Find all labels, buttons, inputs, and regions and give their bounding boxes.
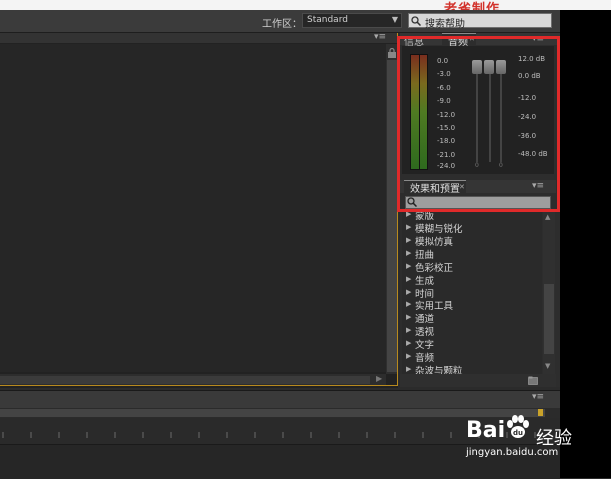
chevron-down-icon: ▼ <box>391 15 398 24</box>
composition-hscroll-thumb[interactable] <box>0 376 370 384</box>
timeline-end-marker[interactable] <box>538 409 543 416</box>
workspace-value: Standard <box>307 15 348 25</box>
panel-menu-icon[interactable]: ▾≡ <box>374 32 386 42</box>
composition-header <box>0 33 398 43</box>
triangle-right-icon: ▶ <box>406 326 412 334</box>
scroll-up-arrow-icon[interactable]: ▲ <box>545 213 550 221</box>
triangle-right-icon: ▶ <box>406 223 412 231</box>
triangle-right-icon: ▶ <box>406 313 412 321</box>
highlight-annotation-box <box>397 36 560 212</box>
effects-list: ▶ 蒙版 ▶ 模糊与锐化 ▶ 模拟仿真 ▶ 扭曲 ▶ 色彩校正 ▶ 生成 ▶ 时间 ▶ 实用工具… <box>402 212 542 374</box>
triangle-right-icon: ▶ <box>406 300 412 308</box>
right-margin-top <box>560 0 611 10</box>
workspace-label: 工作区： <box>262 19 302 30</box>
effects-scroll-thumb[interactable] <box>544 284 554 354</box>
triangle-right-icon: ▶ <box>406 365 412 373</box>
composition-scroll-thumb[interactable] <box>387 60 397 372</box>
panel-menu-icon[interactable]: ▾≡ <box>532 392 544 402</box>
right-margin <box>560 0 611 478</box>
composition-active-border-bottom <box>0 385 398 386</box>
baidu-url-text: jingyan.baidu.com <box>466 447 559 458</box>
triangle-right-icon: ▶ <box>406 288 412 296</box>
help-search-text: 搜索帮助 <box>425 19 465 30</box>
workspace-select[interactable]: Standard ▼ <box>302 13 402 28</box>
search-icon <box>411 16 421 26</box>
composition-viewer[interactable] <box>0 44 386 372</box>
baidu-logo-text: Bai <box>466 418 506 443</box>
triangle-right-icon: ▶ <box>406 352 412 360</box>
scroll-right-arrow-icon[interactable]: ▶ <box>376 374 382 383</box>
new-folder-icon[interactable] <box>528 376 538 385</box>
svg-text:du: du <box>513 429 523 437</box>
scroll-down-arrow-icon[interactable]: ▼ <box>545 362 550 370</box>
triangle-right-icon: ▶ <box>406 339 412 347</box>
triangle-right-icon: ▶ <box>406 236 412 244</box>
top-strip <box>0 0 611 10</box>
lock-icon[interactable] <box>387 48 397 58</box>
timeline-work-area-bar[interactable] <box>0 409 545 417</box>
timeline-header <box>0 390 560 408</box>
triangle-right-icon: ▶ <box>406 262 412 270</box>
baidu-paw-icon: du <box>507 415 529 438</box>
triangle-right-icon: ▶ <box>406 249 412 257</box>
help-search-input[interactable]: 搜索帮助 <box>408 13 552 30</box>
triangle-right-icon: ▶ <box>406 212 412 218</box>
triangle-right-icon: ▶ <box>406 275 412 283</box>
